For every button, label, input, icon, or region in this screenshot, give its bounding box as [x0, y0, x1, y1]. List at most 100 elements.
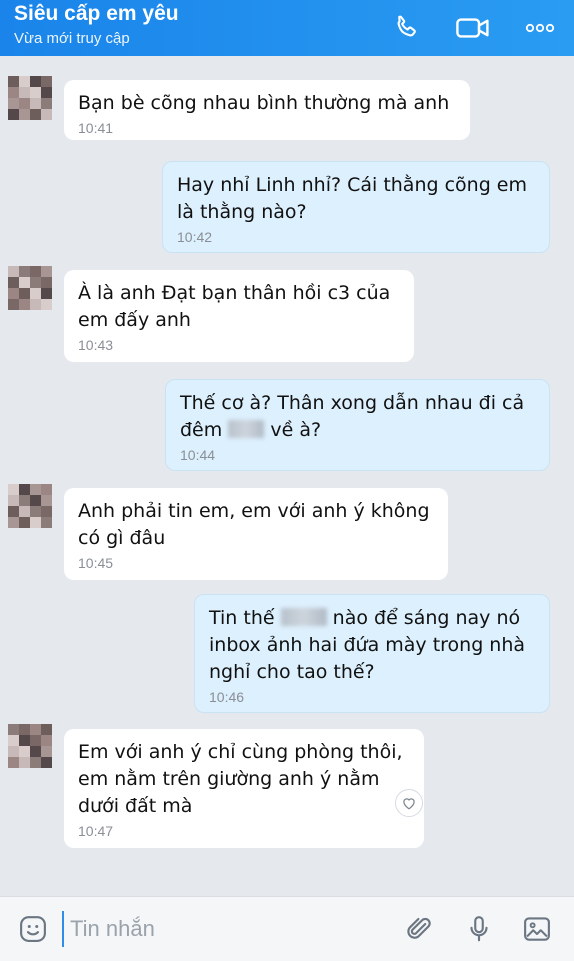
avatar-pixel: [19, 484, 30, 495]
message-time: 10:45: [78, 555, 114, 571]
avatar-pixel: [41, 735, 52, 746]
avatar-pixel: [30, 495, 41, 506]
message-list[interactable]: Bạn bè cõng nhau bình thường mà anh 10:4…: [0, 56, 574, 892]
message-text: À là anh Đạt bạn thân hồi c3 của em đấy …: [78, 282, 391, 331]
avatar-pixel: [41, 109, 52, 120]
avatar-pixel: [19, 724, 30, 735]
avatar-pixel: [30, 288, 41, 299]
avatar-pixel: [41, 266, 52, 277]
avatar-pixel: [19, 76, 30, 87]
avatar-pixel: [19, 109, 30, 120]
avatar-pixel: [30, 735, 41, 746]
avatar-pixel: [30, 506, 41, 517]
message-text: Em với anh ý chỉ cùng phòng thôi, em nằm…: [78, 741, 403, 817]
avatar-pixel: [30, 277, 41, 288]
avatar-pixel: [8, 484, 19, 495]
avatar-pixel: [19, 98, 30, 109]
message-time: 10:44: [180, 447, 216, 463]
avatar-pixel: [8, 87, 19, 98]
avatar-pixel: [8, 724, 19, 735]
avatar-pixel: [41, 757, 52, 768]
avatar[interactable]: [8, 724, 52, 768]
message-text: Tin thế nào để sáng nay nó inbox ảnh hai…: [209, 605, 535, 686]
avatar-pixel: [8, 757, 19, 768]
avatar-pixel: [30, 299, 41, 310]
avatar-pixel: [19, 277, 30, 288]
avatar-pixel: [41, 277, 52, 288]
avatar-pixel: [8, 266, 19, 277]
avatar-pixel: [19, 735, 30, 746]
avatar-pixel: [41, 746, 52, 757]
message-text: Bạn bè cõng nhau bình thường mà anh: [78, 92, 450, 114]
message-text: Hay nhỉ Linh nhỉ? Cái thằng cõng em là t…: [177, 174, 528, 223]
avatar-pixel: [41, 288, 52, 299]
phone-icon[interactable]: [388, 10, 424, 46]
avatar-pixel: [8, 288, 19, 299]
message-bubble-outgoing[interactable]: Thế cơ à? Thân xong dẫn nhau đi cả đêm v…: [165, 379, 550, 471]
avatar[interactable]: [8, 266, 52, 310]
message-time: 10:43: [78, 337, 114, 353]
censored-word: [280, 608, 327, 626]
message-time: 10:47: [78, 823, 114, 839]
avatar-pixel: [19, 506, 30, 517]
avatar-pixel: [30, 266, 41, 277]
message-composer: [0, 896, 574, 961]
censored-word: [228, 420, 265, 438]
avatar-pixel: [41, 484, 52, 495]
avatar-pixel: [19, 517, 30, 528]
message-time: 10:46: [209, 689, 245, 705]
avatar-pixel: [19, 87, 30, 98]
avatar-pixel: [19, 299, 30, 310]
react-heart-button[interactable]: [395, 789, 423, 817]
chat-header: Siêu cấp em yêu Vừa mới truy cập: [0, 0, 574, 56]
avatar-pixel: [30, 517, 41, 528]
avatar-pixel: [8, 746, 19, 757]
avatar-pixel: [41, 299, 52, 310]
avatar-pixel: [41, 98, 52, 109]
avatar-pixel: [41, 517, 52, 528]
avatar[interactable]: [8, 76, 52, 120]
image-icon[interactable]: [520, 912, 554, 946]
message-time: 10:42: [177, 229, 213, 245]
message-bubble-outgoing[interactable]: Hay nhỉ Linh nhỉ? Cái thằng cõng em là t…: [162, 161, 550, 253]
message-bubble-incoming[interactable]: À là anh Đạt bạn thân hồi c3 của em đấy …: [64, 270, 414, 362]
message-text: Anh phải tin em, em với anh ý không có g…: [78, 500, 430, 549]
avatar-pixel: [30, 757, 41, 768]
avatar-pixel: [41, 76, 52, 87]
message-time: 10:41: [78, 120, 114, 136]
avatar-pixel: [30, 724, 41, 735]
avatar-pixel: [8, 98, 19, 109]
avatar-pixel: [19, 757, 30, 768]
avatar-pixel: [30, 87, 41, 98]
avatar-pixel: [19, 495, 30, 506]
avatar-pixel: [8, 506, 19, 517]
contact-status: Vừa mới truy cập: [14, 30, 130, 47]
avatar[interactable]: [8, 484, 52, 528]
avatar-pixel: [8, 735, 19, 746]
more-icon[interactable]: [522, 10, 558, 46]
avatar-pixel: [41, 495, 52, 506]
avatar-pixel: [8, 109, 19, 120]
avatar-pixel: [30, 76, 41, 87]
emoji-icon[interactable]: [16, 912, 50, 946]
attachment-icon[interactable]: [402, 912, 436, 946]
message-bubble-incoming[interactable]: Bạn bè cõng nhau bình thường mà anh 10:4…: [64, 80, 470, 140]
video-call-icon[interactable]: [455, 10, 491, 46]
heart-icon: [403, 798, 415, 810]
message-text-part: về à?: [270, 419, 322, 441]
avatar-pixel: [19, 288, 30, 299]
microphone-icon[interactable]: [462, 912, 496, 946]
avatar-pixel: [19, 266, 30, 277]
avatar-pixel: [8, 76, 19, 87]
contact-name[interactable]: Siêu cấp em yêu: [14, 2, 179, 26]
message-text-part: Tin thế: [209, 607, 275, 629]
message-bubble-incoming[interactable]: Em với anh ý chỉ cùng phòng thôi, em nằm…: [64, 729, 424, 848]
avatar-pixel: [30, 109, 41, 120]
avatar-pixel: [8, 517, 19, 528]
message-bubble-outgoing[interactable]: Tin thế nào để sáng nay nó inbox ảnh hai…: [194, 594, 550, 713]
avatar-pixel: [8, 299, 19, 310]
message-input[interactable]: [62, 911, 392, 947]
avatar-pixel: [30, 98, 41, 109]
avatar-pixel: [19, 746, 30, 757]
message-bubble-incoming[interactable]: Anh phải tin em, em với anh ý không có g…: [64, 488, 448, 580]
